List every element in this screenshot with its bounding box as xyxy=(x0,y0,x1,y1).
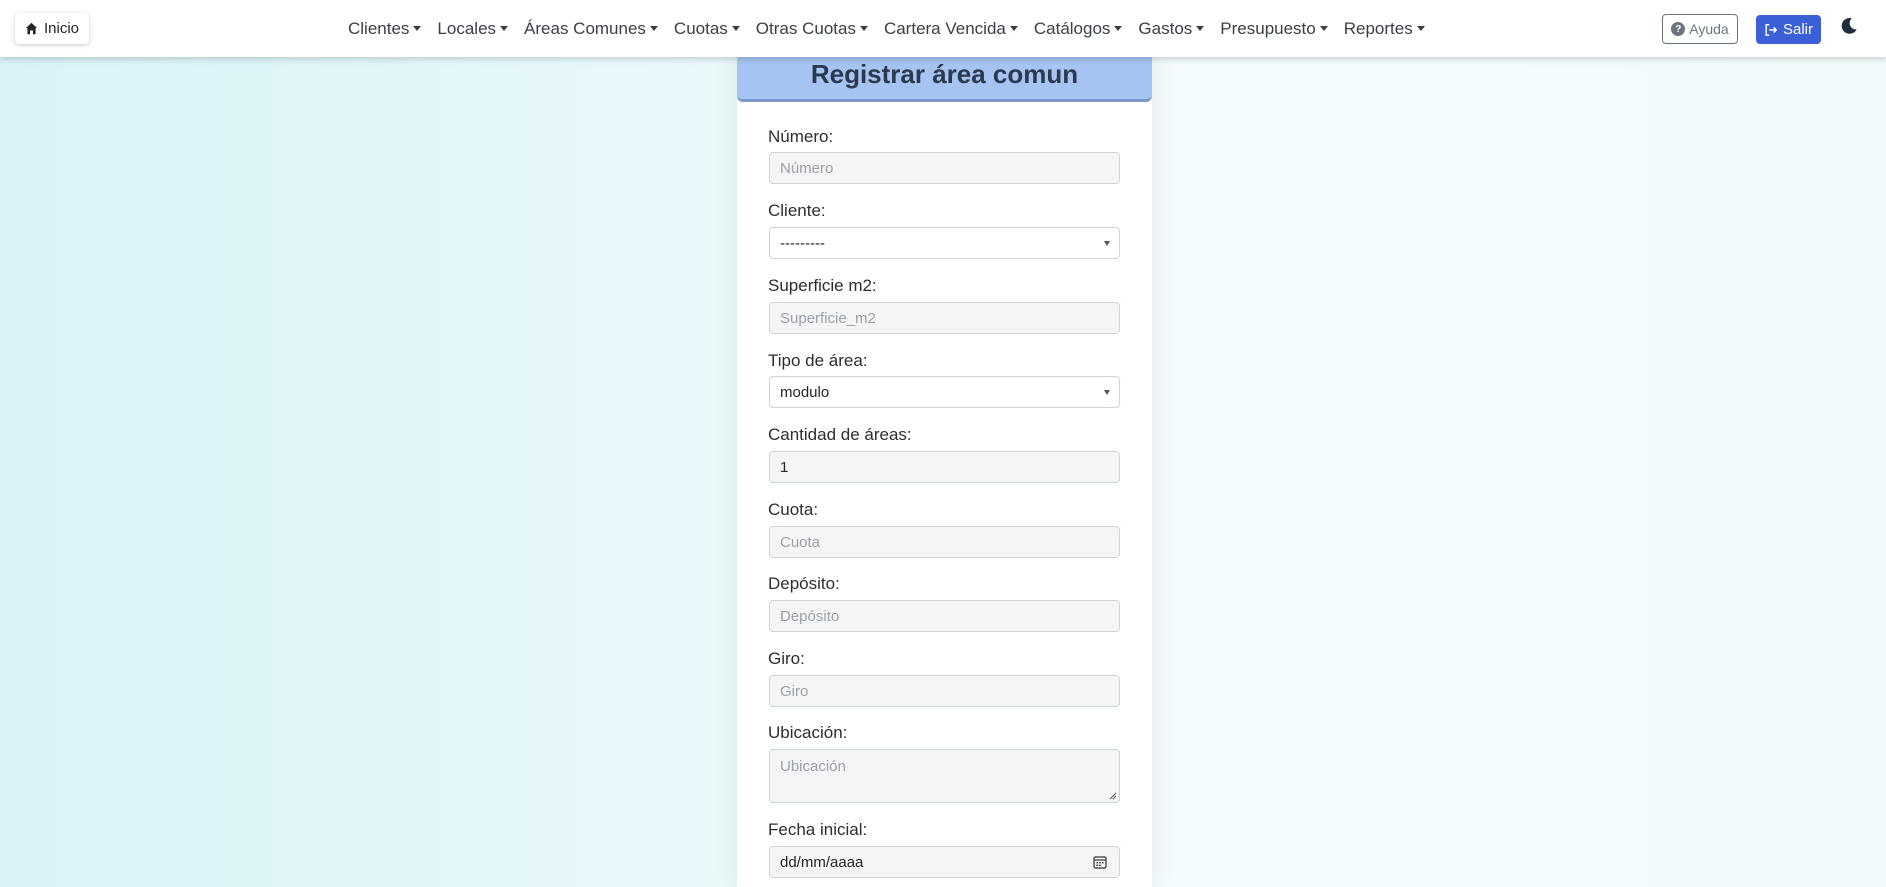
caret-down-icon xyxy=(1196,26,1205,31)
caret-down-icon xyxy=(731,26,740,31)
menu-presupuesto[interactable]: Presupuesto xyxy=(1220,18,1328,39)
main-menu: Clientes Locales Áreas Comunes Cuotas Ot… xyxy=(348,0,1441,57)
cantidad-value: 1 xyxy=(780,458,789,476)
menu-otras-cuotas[interactable]: Otras Cuotas xyxy=(756,19,868,39)
menu-label: Locales xyxy=(437,18,497,38)
menu-clientes[interactable]: Clientes xyxy=(348,18,422,39)
menu-label: Cartera Vencida xyxy=(883,18,1006,38)
deposito-input[interactable]: Depósito xyxy=(769,600,1120,632)
cliente-select[interactable]: --------- xyxy=(769,227,1120,259)
cuota-placeholder: Cuota xyxy=(780,533,821,551)
caret-down-icon xyxy=(859,26,868,31)
select-arrow-icon xyxy=(1104,241,1110,246)
numero-placeholder: Número xyxy=(780,159,834,177)
menu-label: Gastos xyxy=(1138,18,1193,38)
caret-down-icon xyxy=(1416,26,1425,31)
register-area-form: Registrar área comun Número: Número Clie… xyxy=(737,50,1152,887)
superficie-label: Superficie m2: xyxy=(768,276,877,295)
deposito-label: Depósito: xyxy=(768,574,840,593)
home-button[interactable]: Inicio xyxy=(15,13,89,44)
question-circle-icon: ? xyxy=(1671,22,1686,36)
fecha-inicial-label: Fecha inicial: xyxy=(768,820,868,839)
superficie-input[interactable]: Superficie_m2 xyxy=(769,302,1120,334)
numero-label: Número: xyxy=(768,127,834,146)
deposito-placeholder: Depósito xyxy=(780,607,840,625)
help-label: Ayuda xyxy=(1689,21,1729,37)
menu-cuotas[interactable]: Cuotas xyxy=(674,19,740,39)
fecha-inicial-input[interactable]: dd/mm/aaaa xyxy=(769,846,1120,878)
ubicacion-placeholder: Ubicación xyxy=(780,758,846,775)
caret-down-icon xyxy=(500,26,509,31)
form-title: Registrar área comun xyxy=(737,50,1152,102)
menu-label: Áreas Comunes xyxy=(524,18,646,38)
fecha-inicial-value: dd/mm/aaaa xyxy=(780,853,864,871)
menu-catalogos[interactable]: Catálogos xyxy=(1034,19,1123,39)
numero-input[interactable]: Número xyxy=(769,152,1120,184)
menu-label: Cuotas xyxy=(673,18,728,38)
logout-button[interactable]: Salir xyxy=(1756,15,1821,44)
cuota-label: Cuota: xyxy=(768,500,819,519)
calendar-icon[interactable] xyxy=(1093,855,1107,869)
logout-label: Salir xyxy=(1782,21,1813,38)
superficie-placeholder: Superficie_m2 xyxy=(780,309,876,327)
giro-placeholder: Giro xyxy=(780,682,809,700)
menu-gastos[interactable]: Gastos xyxy=(1138,18,1205,39)
caret-down-icon xyxy=(1319,26,1328,31)
moon-icon[interactable] xyxy=(1840,17,1858,35)
menu-label: Otras Cuotas xyxy=(755,18,856,38)
menu-label: Catálogos xyxy=(1033,18,1111,38)
menu-reportes[interactable]: Reportes xyxy=(1344,19,1425,39)
caret-down-icon xyxy=(1009,26,1018,31)
giro-input[interactable]: Giro xyxy=(769,675,1120,707)
menu-locales[interactable]: Locales xyxy=(437,18,509,39)
logout-icon xyxy=(1765,23,1778,36)
house-icon xyxy=(25,22,38,35)
cuota-input[interactable]: Cuota xyxy=(769,526,1120,558)
menu-label: Reportes xyxy=(1343,18,1413,38)
caret-down-icon xyxy=(649,26,658,31)
menu-label: Clientes xyxy=(348,18,410,38)
menu-areas-comunes[interactable]: Áreas Comunes xyxy=(524,19,658,39)
ubicacion-textarea[interactable]: Ubicación xyxy=(769,749,1120,803)
cantidad-input[interactable]: 1 xyxy=(769,451,1120,483)
tipo-area-select[interactable]: modulo xyxy=(769,376,1120,408)
select-arrow-icon xyxy=(1104,390,1110,395)
cliente-label: Cliente: xyxy=(768,201,826,220)
tipo-area-label: Tipo de área: xyxy=(768,351,868,370)
resize-grip-icon[interactable] xyxy=(1109,792,1117,800)
giro-label: Giro: xyxy=(768,649,805,668)
ubicacion-label: Ubicación: xyxy=(768,723,848,742)
cliente-value: --------- xyxy=(780,234,825,252)
caret-down-icon xyxy=(413,26,422,31)
cantidad-label: Cantidad de áreas: xyxy=(768,425,912,444)
menu-cartera-vencida[interactable]: Cartera Vencida xyxy=(884,19,1018,39)
tipo-area-value: modulo xyxy=(780,383,830,401)
home-label: Inicio xyxy=(43,20,80,37)
help-button[interactable]: ? Ayuda xyxy=(1662,14,1738,44)
caret-down-icon xyxy=(1114,26,1123,31)
top-navbar: Inicio Clientes Locales Áreas Comunes Cu… xyxy=(0,0,1886,57)
menu-label: Presupuesto xyxy=(1220,18,1316,38)
